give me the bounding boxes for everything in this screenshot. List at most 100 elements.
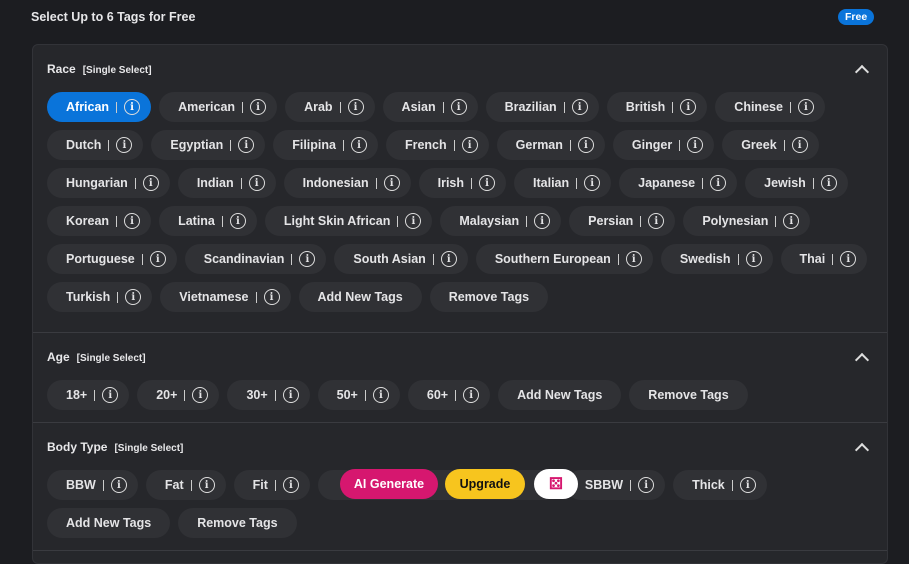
tag-chip[interactable]: Turkish i	[47, 282, 153, 312]
chevron-up-icon[interactable]	[854, 64, 870, 79]
tag-chip[interactable]: Portuguese i	[47, 244, 177, 274]
tag-chip[interactable]: Chinese i	[715, 92, 825, 122]
remove-tags-button[interactable]: Remove Tags	[429, 282, 549, 312]
tag-chip[interactable]: Filipina i	[273, 130, 378, 160]
tag-chip[interactable]: French i	[385, 130, 489, 160]
info-icon[interactable]: i	[229, 213, 246, 229]
info-icon[interactable]: i	[110, 477, 127, 493]
info-icon[interactable]: i	[710, 175, 727, 191]
info-icon[interactable]: i	[125, 289, 142, 305]
tag-chip[interactable]: Italian i	[514, 168, 612, 198]
tag-chip[interactable]: Korean i	[47, 206, 152, 236]
info-icon[interactable]: i	[350, 137, 367, 153]
tag-chip[interactable]: Swedish i	[660, 244, 773, 274]
tag-chip[interactable]: Light Skin African i	[264, 206, 433, 236]
tag-chip[interactable]: 18+ i	[47, 380, 130, 410]
info-icon[interactable]: i	[299, 251, 316, 267]
tag-chip[interactable]: German i	[496, 130, 605, 160]
tag-chip[interactable]: Egyptian i	[151, 130, 266, 160]
info-icon[interactable]: i	[248, 175, 265, 191]
info-icon[interactable]: i	[142, 175, 159, 191]
info-icon[interactable]: i	[797, 99, 814, 115]
tag-chip[interactable]: American i	[159, 92, 278, 122]
info-icon[interactable]: i	[791, 137, 808, 153]
info-icon[interactable]: i	[124, 213, 141, 229]
tag-chip[interactable]: Indonesian i	[283, 168, 411, 198]
tag-chip[interactable]: Arab i	[285, 92, 375, 122]
info-icon[interactable]: i	[463, 387, 480, 403]
tag-chip[interactable]: Jewish i	[745, 168, 848, 198]
info-icon[interactable]: i	[461, 137, 478, 153]
info-icon[interactable]: i	[820, 175, 837, 191]
tag-chip[interactable]: Thai i	[780, 244, 868, 274]
add-new-tags-button[interactable]: Add New Tags	[47, 508, 171, 538]
info-icon[interactable]: i	[687, 137, 704, 153]
info-icon[interactable]: i	[263, 289, 280, 305]
info-icon[interactable]: i	[372, 387, 389, 403]
info-icon[interactable]: i	[680, 99, 697, 115]
tag-chip[interactable]: BBW i	[47, 470, 138, 500]
tag-chip[interactable]: Ginger i	[612, 130, 715, 160]
tag-chip[interactable]: South Asian i	[334, 244, 468, 274]
info-icon[interactable]: i	[238, 137, 255, 153]
remove-tags-button[interactable]: Remove Tags	[629, 380, 748, 410]
info-icon[interactable]: i	[405, 213, 422, 229]
tag-chip[interactable]: Fit i	[233, 470, 310, 500]
info-icon[interactable]: i	[282, 387, 299, 403]
tag-chip[interactable]: SBBW i	[565, 470, 666, 500]
info-icon[interactable]: i	[149, 251, 166, 267]
info-icon[interactable]: i	[648, 213, 665, 229]
info-icon[interactable]: i	[783, 213, 800, 229]
info-icon[interactable]: i	[571, 99, 588, 115]
tag-chip[interactable]: Hungarian i	[47, 168, 170, 198]
info-icon[interactable]: i	[625, 251, 642, 267]
tag-chip[interactable]: Dutch i	[47, 130, 144, 160]
add-new-tags-button[interactable]: Add New Tags	[298, 282, 422, 312]
tag-chip[interactable]: Japanese i	[619, 168, 738, 198]
info-icon[interactable]: i	[840, 251, 857, 267]
tag-chip[interactable]: Persian i	[569, 206, 676, 236]
upgrade-button[interactable]: Upgrade	[445, 469, 525, 499]
info-icon[interactable]: i	[577, 137, 594, 153]
remove-tags-button[interactable]: Remove Tags	[178, 508, 297, 538]
add-new-tags-button[interactable]: Add New Tags	[498, 380, 622, 410]
ai-generate-button[interactable]: AI Generate	[340, 469, 438, 499]
random-button[interactable]: ⚄	[534, 469, 578, 499]
tag-chip[interactable]: 50+ i	[317, 380, 400, 410]
tag-chip[interactable]: Greek i	[722, 130, 819, 160]
info-icon[interactable]: i	[383, 175, 400, 191]
chevron-up-icon[interactable]	[854, 442, 870, 457]
tag-chip[interactable]: Indian i	[177, 168, 276, 198]
info-icon[interactable]: i	[192, 387, 209, 403]
tag-chip[interactable]: Vietnamese i	[160, 282, 291, 312]
info-icon[interactable]: i	[739, 477, 756, 493]
tag-chip[interactable]: Southern European i	[475, 244, 653, 274]
info-icon[interactable]: i	[198, 477, 215, 493]
info-icon[interactable]: i	[745, 251, 762, 267]
tag-chip[interactable]: Irish i	[418, 168, 507, 198]
info-icon[interactable]: i	[479, 175, 496, 191]
tag-chip[interactable]: Thick i	[673, 470, 767, 500]
info-icon[interactable]: i	[638, 477, 655, 493]
tag-chip[interactable]: Malaysian i	[440, 206, 562, 236]
tag-chip[interactable]: British i	[606, 92, 708, 122]
tag-chip[interactable]: Polynesian i	[683, 206, 811, 236]
tag-chip[interactable]: African i	[47, 92, 152, 122]
info-icon[interactable]: i	[534, 213, 551, 229]
info-icon[interactable]: i	[347, 99, 364, 115]
tag-chip[interactable]: Fat i	[145, 470, 226, 500]
info-icon[interactable]: i	[124, 99, 141, 115]
info-icon[interactable]: i	[250, 99, 267, 115]
info-icon[interactable]: i	[440, 251, 457, 267]
info-icon[interactable]: i	[450, 99, 467, 115]
tag-chip[interactable]: Scandinavian i	[184, 244, 327, 274]
info-icon[interactable]: i	[102, 387, 119, 403]
tag-chip[interactable]: 30+ i	[227, 380, 310, 410]
info-icon[interactable]: i	[584, 175, 601, 191]
tag-chip[interactable]: Latina i	[159, 206, 257, 236]
info-icon[interactable]: i	[116, 137, 133, 153]
info-icon[interactable]: i	[282, 477, 299, 493]
chevron-up-icon[interactable]	[854, 352, 870, 367]
tag-chip[interactable]: 20+ i	[137, 380, 220, 410]
tag-chip[interactable]: Asian i	[382, 92, 478, 122]
